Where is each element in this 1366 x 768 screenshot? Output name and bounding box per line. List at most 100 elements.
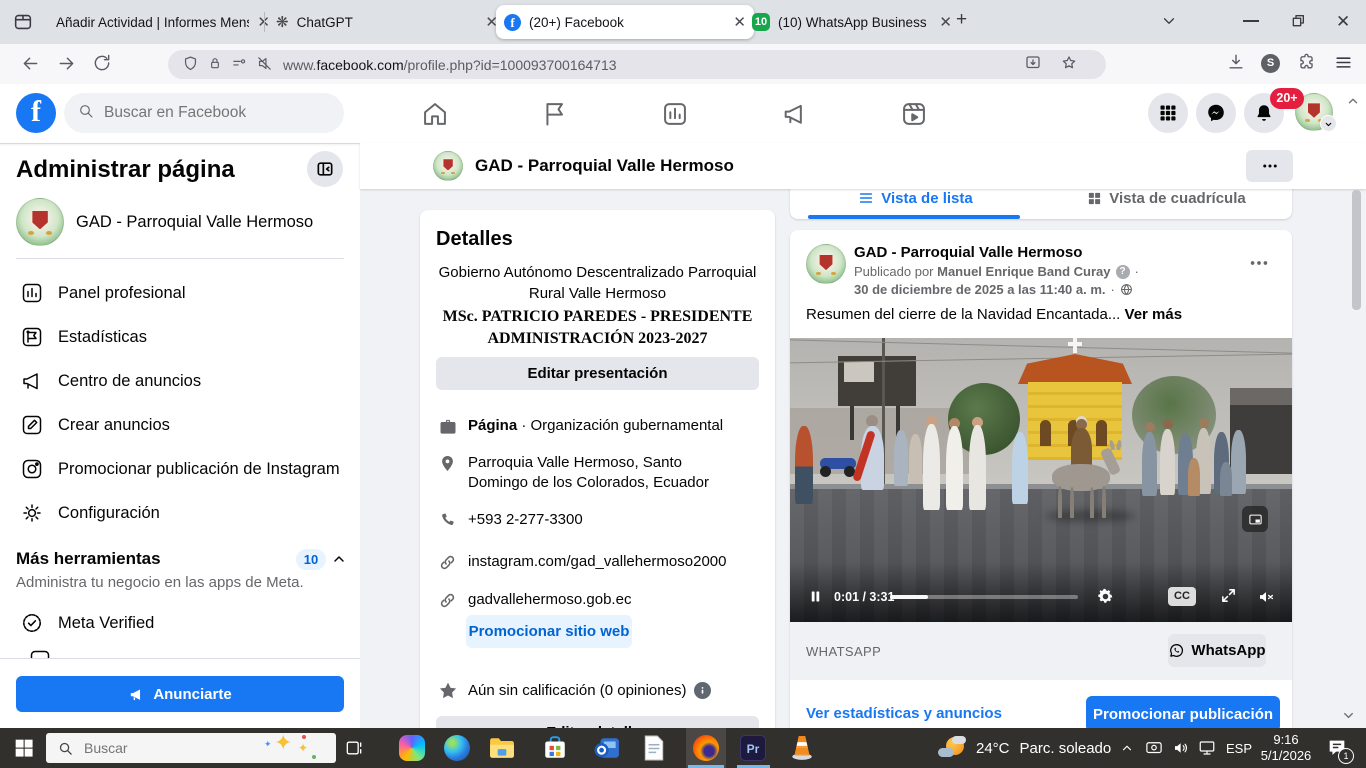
back-button[interactable]: [20, 53, 41, 79]
window-restore-button[interactable]: [1290, 13, 1306, 34]
taskbar-search-input[interactable]: [82, 739, 236, 757]
bookmark-star-icon[interactable]: [1060, 54, 1078, 75]
sidebar-item-promocionar-instagram[interactable]: Promocionar publicación de Instagram: [8, 447, 352, 491]
collapse-sidebar-icon[interactable]: [307, 151, 343, 187]
shield-icon[interactable]: [182, 55, 199, 75]
nav-home-icon[interactable]: [421, 100, 449, 133]
menu-hamburger-icon[interactable]: [1334, 53, 1353, 77]
volume-muted-icon[interactable]: [1256, 588, 1276, 611]
website-text[interactable]: gadvallehermoso.gob.ec: [468, 590, 631, 610]
reload-button[interactable]: [92, 53, 112, 78]
chevron-up-icon[interactable]: [331, 551, 347, 572]
promote-post-button[interactable]: Promocionar publicación: [1086, 696, 1280, 732]
autoplay-blocked-icon[interactable]: [256, 55, 273, 75]
file-explorer-app-icon[interactable]: [489, 736, 515, 765]
forward-button[interactable]: [56, 53, 77, 79]
microsoft-store-app-icon[interactable]: [542, 735, 568, 766]
sidebar-item-crear-anuncios[interactable]: Crear anuncios: [8, 403, 352, 447]
website-link-row[interactable]: gadvallehermoso.gob.ec: [438, 590, 738, 610]
firefox-app-icon[interactable]: [693, 735, 719, 761]
phone-icon: [438, 511, 458, 530]
tray-chevron-up-icon[interactable]: [1120, 741, 1134, 760]
nav-reels-icon[interactable]: [900, 100, 928, 133]
address-bar[interactable]: www.facebook.com/profile.php?id=10009370…: [168, 50, 1106, 79]
edit-intro-button[interactable]: Editar presentación: [436, 357, 759, 390]
promote-site-button[interactable]: Promocionar sitio web: [466, 615, 632, 648]
video-settings-gear-icon[interactable]: [1096, 587, 1115, 611]
see-more-link[interactable]: Ver más: [1125, 306, 1183, 323]
firefox-view-icon[interactable]: [12, 11, 34, 38]
new-tab-button[interactable]: +: [956, 9, 967, 31]
scroll-down-arrow-icon[interactable]: [1341, 708, 1356, 728]
page-scrollbar-thumb[interactable]: [1352, 190, 1361, 310]
lock-icon[interactable]: [207, 55, 223, 74]
fullscreen-icon[interactable]: [1220, 587, 1237, 609]
premiere-app-icon[interactable]: Pr: [740, 735, 766, 761]
taskbar-search[interactable]: ✦ ✦ ✦: [46, 733, 336, 763]
post-video[interactable]: 0:01 / 3:31 CC: [790, 338, 1292, 622]
pause-button[interactable]: [808, 589, 823, 609]
sidebar-item-panel-profesional[interactable]: Panel profesional: [8, 271, 352, 315]
facebook-search[interactable]: [64, 93, 344, 133]
browser-tab-informes[interactable]: Añadir Actividad | Informes Mensua ✕: [48, 5, 278, 39]
nav-pages-flag-icon[interactable]: [541, 100, 569, 133]
sidebar-item-configuracion[interactable]: Configuración: [8, 491, 352, 535]
permissions-icon[interactable]: [231, 55, 248, 75]
info-icon[interactable]: [694, 682, 711, 699]
picture-in-picture-button[interactable]: [1242, 506, 1268, 532]
page-avatar[interactable]: [16, 198, 64, 246]
extension-s-icon[interactable]: S: [1261, 54, 1280, 73]
video-scene-donkey-leg: [1102, 486, 1106, 518]
sidebar-item-centro-anuncios[interactable]: Centro de anuncios: [8, 359, 352, 403]
meet-now-icon[interactable]: [1145, 739, 1163, 762]
vlc-app-icon[interactable]: [789, 734, 815, 767]
advertise-button[interactable]: Anunciarte: [16, 676, 344, 712]
help-icon[interactable]: ?: [1116, 265, 1130, 279]
edge-app-icon[interactable]: [444, 735, 470, 761]
downloads-icon[interactable]: [1226, 52, 1246, 77]
taskbar-weather[interactable]: 24°C Parc. soleado: [938, 728, 1111, 768]
page-name[interactable]: GAD - Parroquial Valle Hermoso: [76, 213, 313, 232]
notification-center-icon[interactable]: 1: [1326, 737, 1348, 764]
nav-dashboard-icon[interactable]: [661, 100, 689, 133]
view-stats-link[interactable]: Ver estadísticas y anuncios: [806, 705, 1002, 722]
sidebar-item-meta-verified[interactable]: Meta Verified: [8, 601, 352, 645]
closed-captions-button[interactable]: CC: [1168, 587, 1196, 606]
extensions-puzzle-icon[interactable]: [1297, 52, 1316, 76]
close-tab-icon[interactable]: ✕: [939, 13, 952, 31]
task-view-button[interactable]: [344, 738, 364, 763]
browser-tab-chatgpt[interactable]: ❋ ChatGPT ✕: [268, 5, 506, 39]
url-domain: facebook.com: [316, 57, 403, 73]
save-page-icon[interactable]: [1024, 54, 1042, 75]
window-close-button[interactable]: ✕: [1336, 12, 1350, 32]
taskbar-clock[interactable]: 9:16 5/1/2026: [1258, 732, 1314, 764]
language-indicator[interactable]: ESP: [1226, 741, 1252, 756]
list-tabs-chevron-icon[interactable]: [1160, 12, 1178, 35]
browser-tab-whatsapp[interactable]: 10 (10) WhatsApp Business ✕: [744, 5, 960, 39]
page-more-options-button[interactable]: [1246, 150, 1293, 182]
facebook-logo[interactable]: f: [16, 93, 56, 133]
video-progress-bar[interactable]: [890, 595, 1078, 599]
browser-tab-facebook-active[interactable]: f (20+) Facebook ✕: [496, 5, 754, 39]
post-more-options-icon[interactable]: [1248, 252, 1270, 279]
nav-adcenter-megaphone-icon[interactable]: [781, 100, 809, 133]
instagram-text[interactable]: instagram.com/gad_vallehermoso2000: [468, 552, 726, 572]
network-icon[interactable]: [1198, 739, 1216, 762]
outlook-app-icon[interactable]: [594, 736, 620, 765]
notepad-app-icon[interactable]: [643, 735, 665, 766]
post-author-name[interactable]: GAD - Parroquial Valle Hermoso: [854, 244, 1082, 261]
menu-grid-icon[interactable]: [1148, 93, 1188, 133]
volume-icon[interactable]: [1172, 739, 1190, 762]
page-header-avatar[interactable]: [433, 151, 463, 181]
instagram-link-row[interactable]: instagram.com/gad_vallehermoso2000: [438, 552, 738, 572]
whatsapp-button[interactable]: WhatsApp: [1168, 634, 1266, 667]
search-input[interactable]: [102, 103, 306, 123]
post-author-avatar[interactable]: [806, 244, 846, 284]
messenger-icon[interactable]: [1196, 93, 1236, 133]
copilot-app-icon[interactable]: [399, 735, 425, 761]
sidebar-item-estadisticas[interactable]: Estadísticas: [8, 315, 352, 359]
scroll-up-arrow-icon[interactable]: [1346, 94, 1360, 113]
start-button[interactable]: [14, 738, 34, 763]
video-scene-church-door: [1040, 420, 1051, 446]
window-minimize-button[interactable]: [1243, 20, 1259, 22]
